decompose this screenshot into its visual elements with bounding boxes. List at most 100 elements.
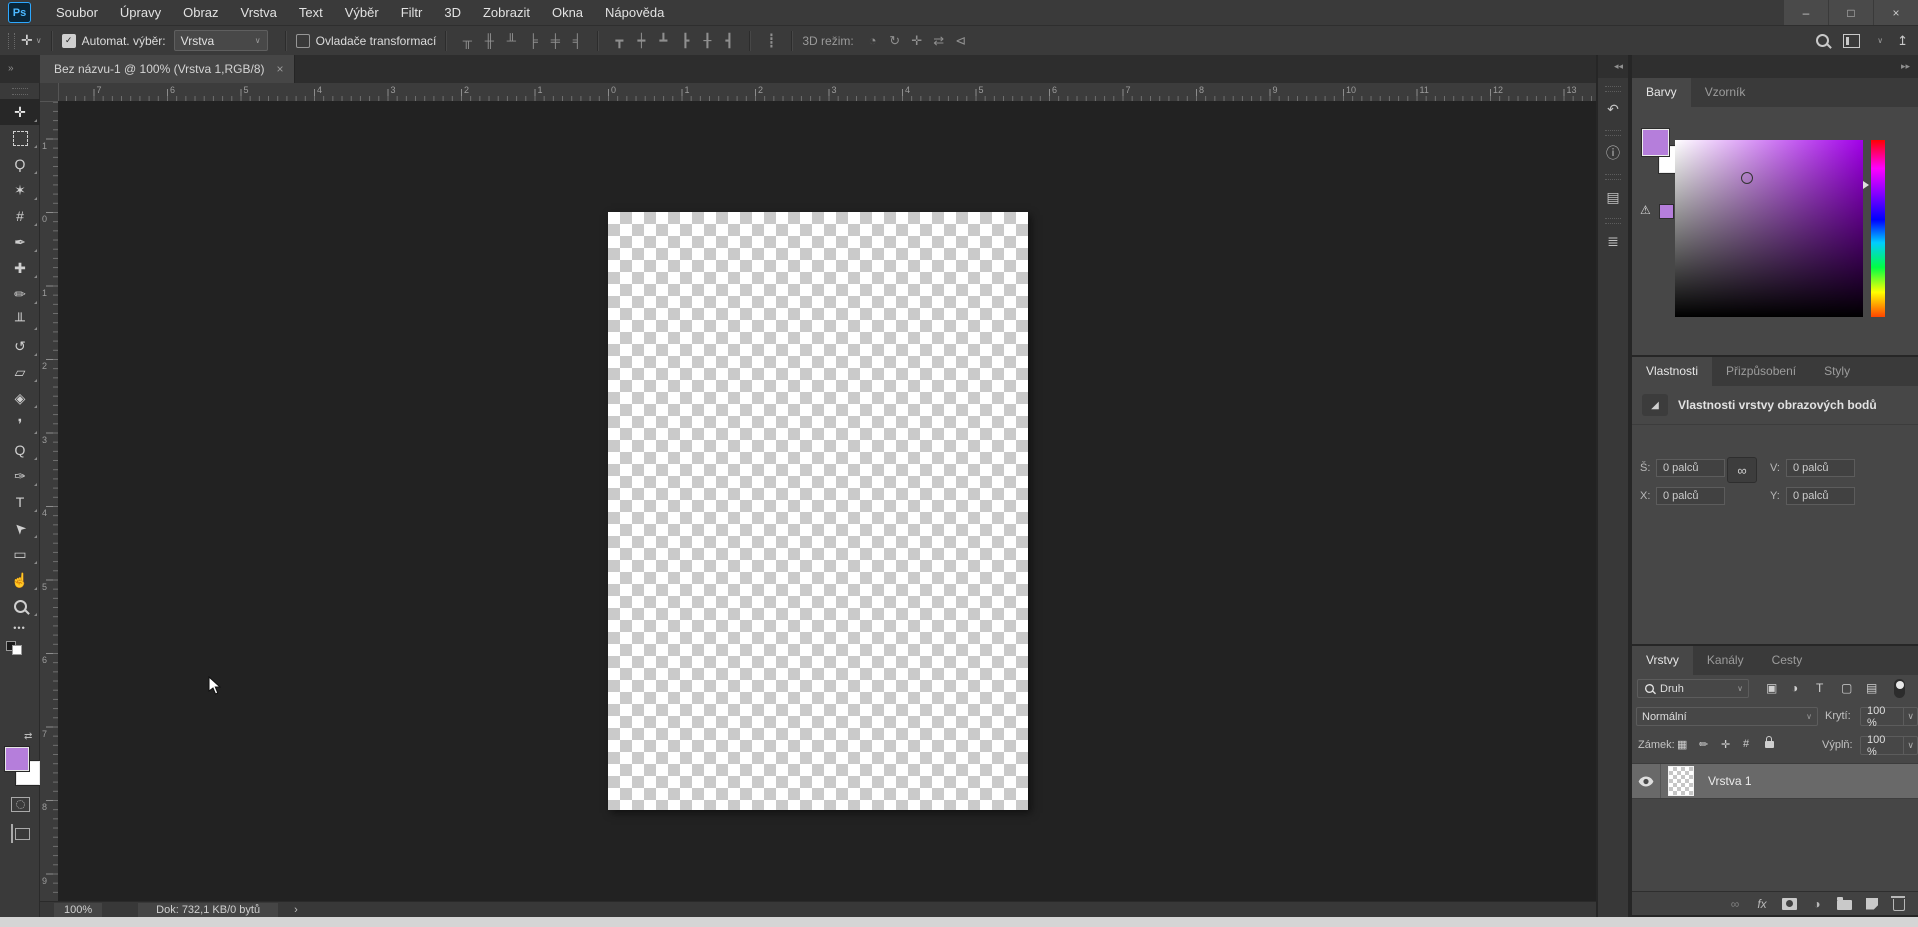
dock-grip[interactable] xyxy=(1605,174,1621,180)
filter-type-layers-icon[interactable]: T xyxy=(1816,681,1823,695)
align-horizontal-centers-icon[interactable]: ╪ xyxy=(544,27,566,55)
chevron-down-icon[interactable]: ∨ xyxy=(1903,708,1917,725)
distribute-left-edges-icon[interactable]: ┣ xyxy=(674,27,696,55)
rectangular-marquee-tool[interactable] xyxy=(0,125,40,151)
history-brush-tool[interactable]: ↺ xyxy=(0,333,40,359)
auto-select-checkbox[interactable]: ✓ xyxy=(62,34,76,48)
canvas-viewport[interactable] xyxy=(58,101,1596,901)
foreground-color-swatch[interactable] xyxy=(1642,129,1669,156)
filter-adjustment-layers-icon[interactable]: ◑ xyxy=(1791,681,1798,695)
close-button[interactable]: × xyxy=(1873,0,1918,25)
delete-layer-icon[interactable] xyxy=(1892,896,1906,911)
color-picker-ring[interactable] xyxy=(1741,172,1753,184)
edit-toolbar-icon[interactable]: ••• xyxy=(0,623,39,633)
add-layer-mask-icon[interactable] xyxy=(1782,898,1797,910)
transform-controls-checkbox[interactable] xyxy=(296,34,310,48)
distribute-horizontal-centers-icon[interactable]: ╂ xyxy=(696,27,718,55)
y-field[interactable]: 0 palců xyxy=(1786,487,1855,505)
crop-tool[interactable]: # xyxy=(0,203,40,229)
eyedropper-tool[interactable]: ✒ xyxy=(0,229,40,255)
layer-filter-dropdown[interactable]: Druh ∨ xyxy=(1637,679,1749,698)
dock-collapse-icon[interactable]: ◂◂ xyxy=(1598,55,1628,78)
lock-all-icon[interactable] xyxy=(1765,739,1774,751)
path-selection-tool[interactable]: ➤ xyxy=(0,515,40,541)
options-grip[interactable] xyxy=(8,33,15,49)
pen-tool[interactable]: ✑ xyxy=(0,463,40,489)
menu-okna[interactable]: Okna xyxy=(541,0,594,25)
auto-select-dropdown[interactable]: Vrstva ∨ xyxy=(174,30,268,51)
maximize-button[interactable]: □ xyxy=(1828,0,1873,25)
clone-stamp-tool[interactable]: ╨ xyxy=(0,307,40,333)
new-layer-icon[interactable] xyxy=(1865,898,1879,910)
screen-mode-icon[interactable] xyxy=(11,825,13,843)
align-top-edges-icon[interactable]: ╥ xyxy=(456,27,478,55)
align-left-edges-icon[interactable]: ╞ xyxy=(522,27,544,55)
workspace-icon[interactable] xyxy=(1843,34,1860,48)
tool-preset-chevron-icon[interactable]: ∨ xyxy=(36,36,42,45)
workspace-chevron-icon[interactable]: ∨ xyxy=(1877,36,1883,45)
opacity-field[interactable]: 100 % ∨ xyxy=(1860,707,1918,726)
3d-orbit-icon[interactable]: ◔ xyxy=(862,27,884,55)
menu-filtr[interactable]: Filtr xyxy=(390,0,434,25)
status-chevron-icon[interactable]: › xyxy=(294,904,298,916)
blend-mode-dropdown[interactable]: Normální ∨ xyxy=(1636,707,1818,726)
height-field[interactable]: 0 palců xyxy=(1786,459,1855,477)
link-dimensions-icon[interactable]: ∞ xyxy=(1727,457,1757,483)
zoom-tool[interactable] xyxy=(0,593,40,619)
eraser-tool[interactable]: ▱ xyxy=(0,359,40,385)
new-adjustment-layer-icon[interactable]: ◑ xyxy=(1810,897,1824,911)
toolbar-grip[interactable] xyxy=(12,88,28,95)
tab-přizpůsobení[interactable]: Přizpůsobení xyxy=(1712,357,1810,386)
filter-smart-objects-icon[interactable]: ▤ xyxy=(1866,681,1877,695)
swap-colors-icon[interactable]: ⇄ xyxy=(24,731,32,742)
lock-image-pixels-icon[interactable]: ✏ xyxy=(1699,738,1708,751)
3d-slide-icon[interactable]: ⇄ xyxy=(928,27,950,55)
document-tab[interactable]: Bez názvu-1 @ 100% (Vrstva 1,RGB/8) × xyxy=(40,55,295,83)
tab-vlastnosti[interactable]: Vlastnosti xyxy=(1632,357,1712,386)
brush-tool[interactable]: ✏ xyxy=(0,281,40,307)
fill-field[interactable]: 100 % ∨ xyxy=(1860,736,1918,755)
gradient-tool[interactable]: ◈ xyxy=(0,385,40,411)
tab-kanály[interactable]: Kanály xyxy=(1693,646,1758,675)
info-panel-icon[interactable]: ⓘ xyxy=(1598,140,1628,166)
distribute-spacing-icon[interactable]: ┋ xyxy=(760,27,782,55)
lock-artboard-icon[interactable]: # xyxy=(1743,738,1749,750)
default-colors-icon[interactable] xyxy=(6,641,22,655)
menu-úpravy[interactable]: Úpravy xyxy=(109,0,172,25)
x-field[interactable]: 0 palců xyxy=(1656,487,1725,505)
menu-nápověda[interactable]: Nápověda xyxy=(594,0,675,25)
type-tool[interactable]: T xyxy=(0,489,40,515)
3d-pan-icon[interactable]: ✛ xyxy=(906,27,928,55)
tab-vrstvy[interactable]: Vrstvy xyxy=(1632,646,1693,675)
dock-grip[interactable] xyxy=(1605,218,1621,224)
quick-selection-tool[interactable]: ✶ xyxy=(0,177,40,203)
gamut-color-swatch[interactable] xyxy=(1659,204,1674,219)
dock-grip[interactable] xyxy=(1605,86,1621,92)
blur-tool[interactable]: ❜ xyxy=(0,411,40,437)
tab-overflow-icon[interactable]: » xyxy=(0,55,40,83)
distribute-vertical-centers-icon[interactable]: ┿ xyxy=(630,27,652,55)
vertical-ruler[interactable]: 10123456789 xyxy=(40,83,59,901)
layer-thumbnail[interactable] xyxy=(1668,766,1694,796)
share-icon[interactable]: ↥ xyxy=(1897,33,1908,49)
panels-collapse-icon[interactable]: ▸▸ xyxy=(1632,55,1918,78)
spot-healing-brush-tool[interactable]: ✚ xyxy=(0,255,40,281)
3d-roll-icon[interactable]: ↻ xyxy=(884,27,906,55)
quick-mask-icon[interactable] xyxy=(11,797,30,812)
tab-barvy[interactable]: Barvy xyxy=(1632,78,1691,107)
3d-camera-icon[interactable]: ⊲ xyxy=(950,27,972,55)
new-group-icon[interactable] xyxy=(1837,897,1852,910)
horizontal-ruler[interactable]: 7654321012345678910111213 xyxy=(40,83,1596,102)
link-layers-icon[interactable]: ∞ xyxy=(1728,897,1742,911)
search-icon[interactable] xyxy=(1816,34,1829,47)
layer-row[interactable]: Vrstva 1 xyxy=(1632,764,1918,799)
hue-slider-pointer[interactable] xyxy=(1863,181,1869,189)
gamut-warning-icon[interactable]: ⚠ xyxy=(1640,203,1651,217)
saturation-field[interactable] xyxy=(1675,140,1863,317)
lasso-tool[interactable]: Ϙ xyxy=(0,151,40,177)
menu-text[interactable]: Text xyxy=(288,0,334,25)
hue-slider[interactable] xyxy=(1871,140,1885,317)
distribute-bottom-edges-icon[interactable]: ┻ xyxy=(652,27,674,55)
filter-pixel-layers-icon[interactable]: ▣ xyxy=(1766,681,1777,695)
distribute-right-edges-icon[interactable]: ┫ xyxy=(718,27,740,55)
